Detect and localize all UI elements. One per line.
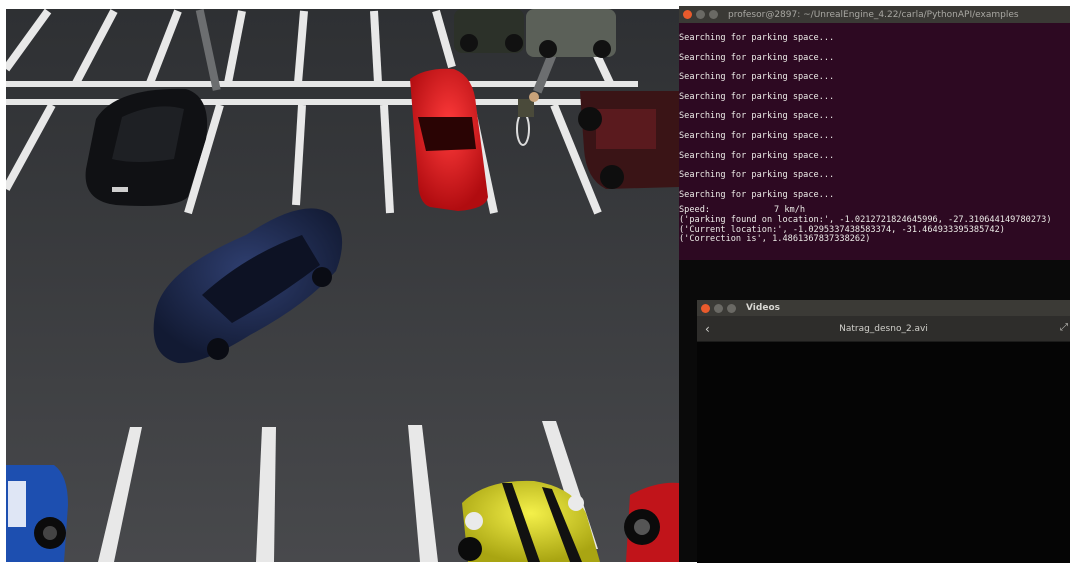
terminal-titlebar[interactable]: profesor@2897: ~/UnrealEngine_4.22/carla… bbox=[679, 6, 1070, 23]
terminal-output[interactable]: Searching for parking space... Searching… bbox=[679, 23, 1070, 245]
output-line: Searching for parking space... bbox=[679, 72, 835, 83]
minimize-button[interactable] bbox=[714, 303, 723, 313]
videos-title: Videos bbox=[746, 303, 780, 313]
parking-lot-scene bbox=[6, 9, 679, 562]
videos-titlebar[interactable]: Videos bbox=[697, 300, 1070, 316]
maximize-button[interactable] bbox=[727, 303, 736, 313]
minimize-button[interactable] bbox=[696, 10, 705, 19]
lane-line-2 bbox=[6, 99, 679, 105]
output-line: Searching for parking space... bbox=[679, 111, 835, 122]
video-canvas[interactable] bbox=[697, 342, 1070, 563]
simulator-view bbox=[6, 9, 679, 562]
maximize-button[interactable] bbox=[709, 10, 718, 19]
output-line: Searching for parking space... bbox=[679, 130, 835, 141]
red-jeep bbox=[578, 91, 679, 189]
video-filename: Natrag_desno_2.avi bbox=[839, 323, 928, 334]
output-line: Searching for parking space... bbox=[679, 150, 835, 161]
output-line: Searching for parking space... bbox=[679, 33, 835, 43]
fullscreen-icon[interactable]: ⤢ bbox=[1060, 322, 1068, 333]
asphalt bbox=[6, 9, 679, 562]
terminal-title: profesor@2897: ~/UnrealEngine_4.22/carla… bbox=[728, 9, 1019, 20]
output-line: Searching for parking space... bbox=[679, 91, 835, 102]
videos-headerbar: ‹ Natrag_desno_2.avi ⤢ bbox=[697, 316, 1070, 342]
red-car-bottom bbox=[624, 482, 679, 562]
output-line: Searching for parking space... bbox=[679, 52, 835, 63]
close-button[interactable] bbox=[683, 10, 692, 19]
close-button[interactable] bbox=[701, 303, 710, 313]
output-line: Searching for parking space... bbox=[679, 189, 835, 200]
output-line: Searching for parking space... bbox=[679, 170, 835, 181]
terminal-window[interactable]: profesor@2897: ~/UnrealEngine_4.22/carla… bbox=[679, 6, 1070, 260]
videos-window[interactable]: Videos ‹ Natrag_desno_2.avi ⤢ bbox=[697, 300, 1070, 563]
correction-line: ('Correction is', 1.4861367837338262) bbox=[679, 234, 871, 245]
blue-car-bottom bbox=[6, 465, 68, 562]
